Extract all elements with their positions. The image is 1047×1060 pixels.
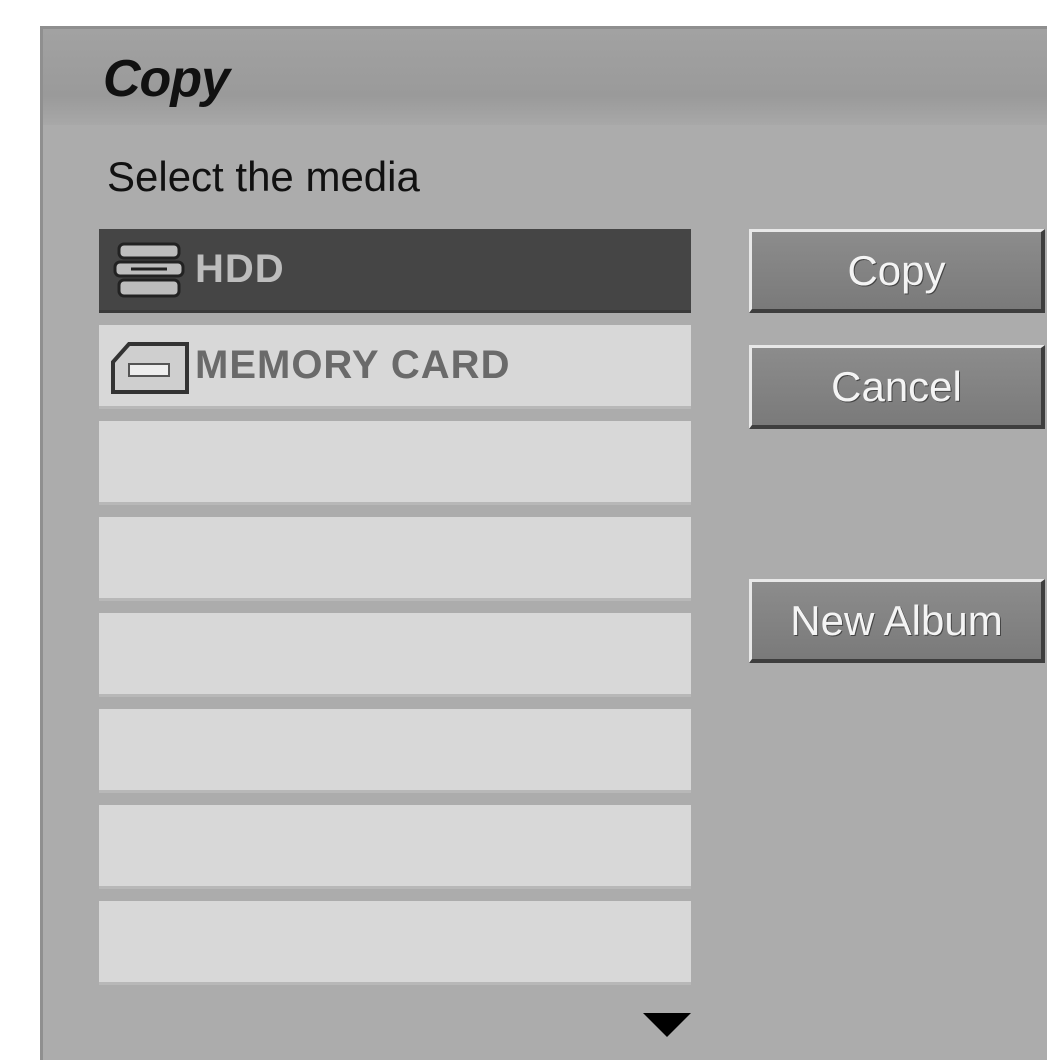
media-item-empty[interactable] — [99, 421, 691, 505]
copy-button[interactable]: Copy — [749, 229, 1045, 313]
memory-card-icon — [107, 331, 191, 401]
triangle-down-icon[interactable] — [643, 1013, 691, 1037]
media-item-hdd[interactable]: HDD — [99, 229, 691, 313]
title-bar: Copy — [43, 29, 1047, 125]
dialog-subtitle: Select the media — [107, 153, 420, 200]
media-item-memory-card[interactable]: MEMORY CARD — [99, 325, 691, 409]
hdd-icon — [107, 235, 191, 305]
media-item-empty[interactable] — [99, 709, 691, 793]
media-item-empty[interactable] — [99, 901, 691, 985]
media-item-empty[interactable] — [99, 805, 691, 889]
copy-dialog: Copy Select the media HDD MEMORY CARD Co… — [40, 26, 1047, 1060]
new-album-button[interactable]: New Album — [749, 579, 1045, 663]
dialog-title: Copy — [103, 50, 230, 108]
media-item-label: HDD — [195, 247, 285, 291]
media-item-label: MEMORY CARD — [195, 343, 511, 387]
media-item-empty[interactable] — [99, 517, 691, 601]
media-item-empty[interactable] — [99, 613, 691, 697]
cancel-button[interactable]: Cancel — [749, 345, 1045, 429]
